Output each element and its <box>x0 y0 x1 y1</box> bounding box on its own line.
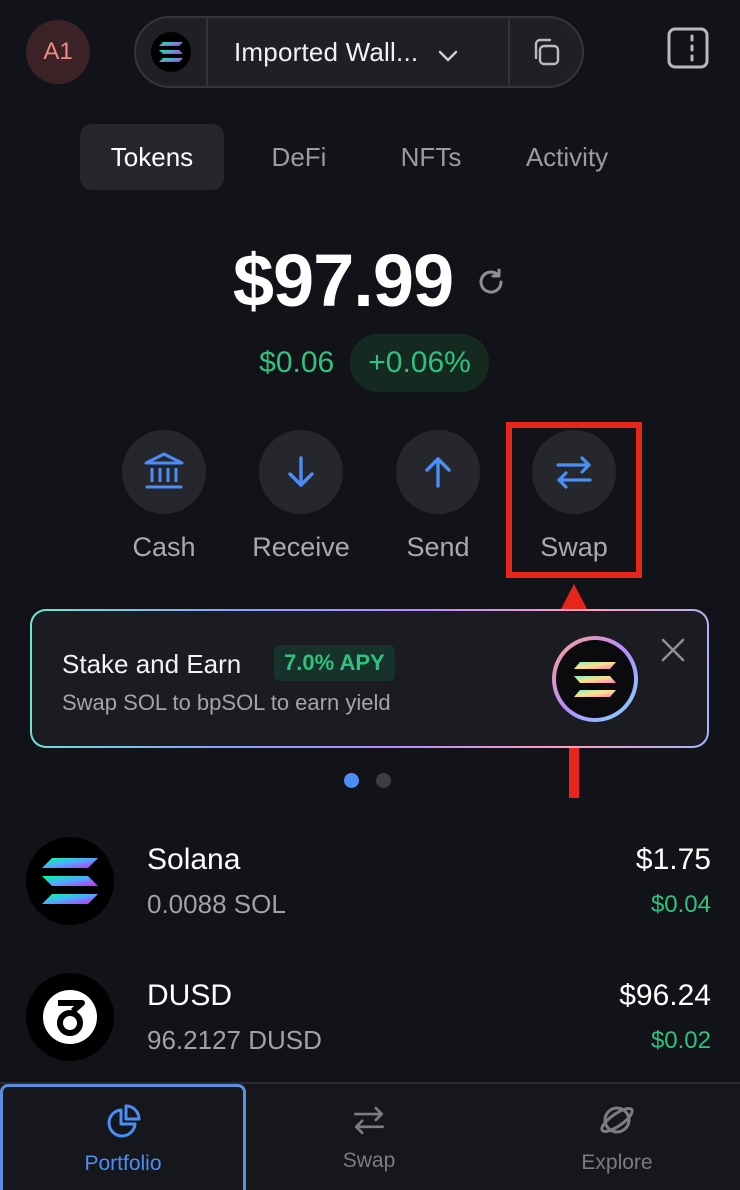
nav-explore[interactable]: Explore <box>494 1084 740 1190</box>
nav-label-swap: Swap <box>342 1149 396 1172</box>
sidebar-toggle-button[interactable] <box>666 26 710 70</box>
promo-title: Stake and Earn <box>62 649 242 679</box>
tab-tokens[interactable]: Tokens <box>80 124 224 190</box>
nav-swap[interactable]: Swap <box>246 1084 492 1190</box>
tab-nfts[interactable]: NFTs <box>374 124 488 190</box>
token-row-dusd[interactable]: DUSD 96.2127 DUSD $96.24 $0.02 <box>0 973 740 1073</box>
carousel-dots <box>344 773 408 788</box>
token-value: $96.24 <box>619 979 711 1012</box>
tab-activity[interactable]: Activity <box>488 124 646 190</box>
portfolio-tabs: Tokens DeFi NFTs Activity <box>80 124 646 190</box>
bank-icon <box>144 452 184 489</box>
tab-defi[interactable]: DeFi <box>224 124 374 190</box>
token-name: DUSD <box>147 979 233 1012</box>
wallet-selector[interactable]: Imported Wall... <box>134 16 584 88</box>
cash-button-circle[interactable] <box>122 430 206 514</box>
bottom-navigation: Portfolio Swap Explore <box>0 1082 740 1190</box>
balance-change: $0.06 +0.06% <box>0 334 740 392</box>
refresh-icon[interactable] <box>475 266 507 303</box>
carousel-dot[interactable] <box>376 773 391 788</box>
portfolio-icon <box>107 1104 141 1137</box>
apy-badge: 7.0% APY <box>274 645 395 681</box>
solana-token-icon <box>26 837 114 925</box>
balance-display: $97.99 <box>0 238 740 323</box>
send-label: Send <box>406 532 470 562</box>
arrow-up-icon <box>425 457 451 488</box>
cash-label: Cash <box>132 532 196 562</box>
sidebar-toggle-icon <box>667 27 709 69</box>
dusd-token-icon <box>26 973 114 1061</box>
solana-logo-icon <box>151 32 191 72</box>
wallet-logo <box>136 18 208 86</box>
change-percent-badge: +0.06% <box>350 334 489 392</box>
token-change: $0.02 <box>650 1027 711 1054</box>
close-icon[interactable] <box>660 637 686 663</box>
token-change: $0.04 <box>650 891 711 918</box>
arrow-down-icon <box>288 456 314 487</box>
swap-icon <box>354 1106 384 1135</box>
copy-address-button[interactable] <box>508 18 582 86</box>
carousel-dot-active[interactable] <box>344 773 359 788</box>
receive-button-circle[interactable] <box>259 430 343 514</box>
send-button-circle[interactable] <box>396 430 480 514</box>
token-row-solana[interactable]: Solana 0.0088 SOL $1.75 $0.04 <box>0 837 740 937</box>
explore-icon <box>600 1106 634 1134</box>
nav-label-portfolio: Portfolio <box>84 1151 162 1175</box>
receive-button[interactable]: Receive <box>231 430 371 563</box>
header: A1 Imported Wall... <box>0 0 740 100</box>
token-amount: 0.0088 SOL <box>147 889 286 919</box>
swap-highlight-box <box>506 422 642 578</box>
token-value: $1.75 <box>635 843 711 876</box>
token-name: Solana <box>147 843 241 876</box>
token-amount: 96.2127 DUSD <box>147 1025 322 1055</box>
receive-label: Receive <box>252 532 350 562</box>
change-usd: $0.06 <box>259 346 335 379</box>
bpsol-token-icon <box>552 636 638 722</box>
send-button[interactable]: Send <box>368 430 508 563</box>
promo-subtitle: Swap SOL to bpSOL to earn yield <box>62 690 391 715</box>
wallet-name-dropdown[interactable]: Imported Wall... <box>208 36 508 69</box>
nav-portfolio[interactable]: Portfolio <box>0 1084 246 1190</box>
total-balance: $97.99 <box>232 239 454 322</box>
cash-button[interactable]: Cash <box>94 430 234 563</box>
nav-label-explore: Explore <box>581 1151 653 1174</box>
wallet-name-label: Imported Wall... <box>234 36 419 67</box>
copy-icon <box>534 38 560 66</box>
chevron-down-icon <box>438 38 458 69</box>
promo-card-body: Stake and Earn 7.0% APY Swap SOL to bpSO… <box>32 611 707 746</box>
account-avatar[interactable]: A1 <box>26 20 90 84</box>
stake-promo-card[interactable]: Stake and Earn 7.0% APY Swap SOL to bpSO… <box>30 609 709 748</box>
